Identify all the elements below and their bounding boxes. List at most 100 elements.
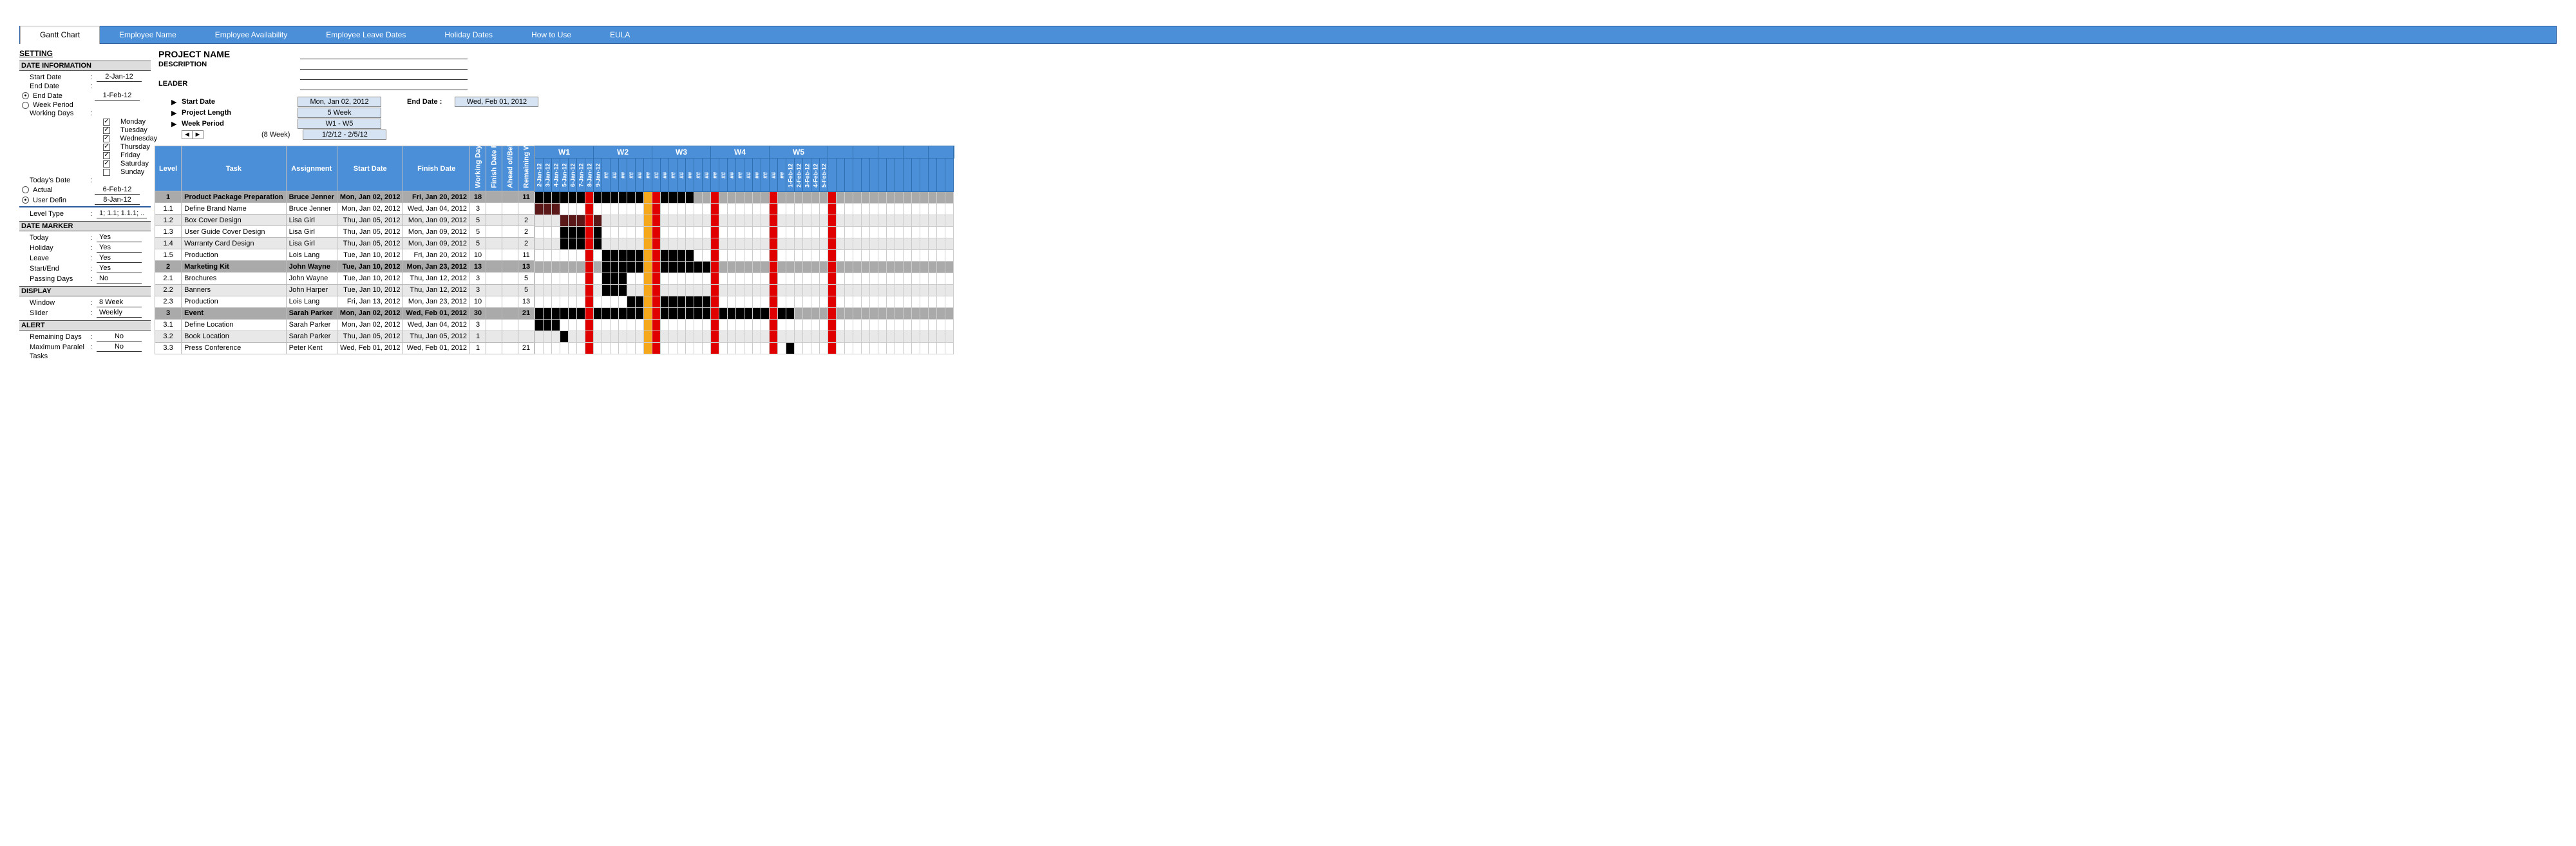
gantt-cell xyxy=(652,262,661,273)
userdef-opt-label: User Defin xyxy=(33,197,95,204)
table-row[interactable]: 3.2Book LocationSarah ParkerThu, Jan 05,… xyxy=(155,331,535,342)
gantt-cell xyxy=(535,285,544,296)
start-date-input[interactable]: 2-Jan-12 xyxy=(97,72,142,82)
gantt-cell xyxy=(602,343,611,354)
nav-prev-icon[interactable]: ◄ xyxy=(182,131,193,139)
end-date-radio[interactable] xyxy=(22,92,29,99)
gantt-cell xyxy=(569,227,577,238)
ribbon-tab-how-to-use[interactable]: How to Use xyxy=(512,28,591,42)
week-header: W3 xyxy=(652,146,711,159)
leave-val[interactable]: Yes xyxy=(97,253,142,263)
gantt-cell xyxy=(778,227,786,238)
table-row[interactable]: 2.3ProductionLois LangFri, Jan 13, 2012M… xyxy=(155,296,535,307)
cell: Thu, Jan 12, 2012 xyxy=(403,273,470,284)
ribbon-tab-employee-availability[interactable]: Employee Availability xyxy=(196,28,307,42)
gantt-cell xyxy=(828,285,837,296)
gantt-cell xyxy=(686,273,694,285)
table-row[interactable]: 1.5ProductionLois LangTue, Jan 10, 2012F… xyxy=(155,249,535,261)
gantt-cell xyxy=(937,273,945,285)
description-input-2[interactable] xyxy=(300,71,468,80)
gantt-cell xyxy=(887,227,895,238)
gantt-cell xyxy=(811,273,820,285)
ribbon-tab-employee-name[interactable]: Employee Name xyxy=(100,28,196,42)
table-row[interactable]: 1.1Define Brand NameBruce JennerMon, Jan… xyxy=(155,203,535,215)
startend-val[interactable]: Yes xyxy=(97,264,142,273)
holiday-val[interactable]: Yes xyxy=(97,243,142,253)
gantt-cell xyxy=(569,238,577,250)
passing-val[interactable]: No xyxy=(97,274,142,284)
gantt-cell xyxy=(895,343,904,354)
cell: 1 xyxy=(470,342,486,354)
level-type-input[interactable]: 1; 1.1; 1.1.1; .. xyxy=(97,209,147,218)
gantt-cell xyxy=(770,262,778,273)
gantt-cell xyxy=(912,262,920,273)
table-row[interactable]: 2Marketing KitJohn WayneTue, Jan 10, 201… xyxy=(155,261,535,273)
checkbox-sunday[interactable] xyxy=(103,169,110,176)
checkbox-monday[interactable] xyxy=(103,119,110,126)
gantt-cell xyxy=(544,250,552,262)
gantt-cell xyxy=(920,296,929,308)
table-row[interactable]: 1.2Box Cover DesignLisa GirlThu, Jan 05,… xyxy=(155,215,535,226)
gantt-cell xyxy=(611,308,619,320)
window-val[interactable]: 8 Week xyxy=(97,298,142,307)
checkbox-wednesday[interactable] xyxy=(103,135,109,142)
gantt-cell xyxy=(711,273,719,285)
gantt-cell xyxy=(837,192,845,204)
gantt-cell xyxy=(728,227,736,238)
actual-radio[interactable] xyxy=(22,186,29,193)
col-header: Ahead of/Behind xyxy=(502,146,518,191)
col-header: Start Date xyxy=(337,146,403,191)
checkbox-thursday[interactable] xyxy=(103,144,110,151)
gantt-cell xyxy=(803,273,811,285)
ribbon-tab-eula[interactable]: EULA xyxy=(591,28,649,42)
gantt-cell xyxy=(611,227,619,238)
gantt-cell xyxy=(853,331,862,343)
week-period-radio[interactable] xyxy=(22,102,29,109)
checkbox-saturday[interactable] xyxy=(103,160,110,168)
gantt-cell xyxy=(694,262,703,273)
gantt-cell xyxy=(837,285,845,296)
gantt-cell xyxy=(753,227,761,238)
remaining-val[interactable]: No xyxy=(97,332,142,341)
table-row[interactable]: 3.1Define LocationSarah ParkerMon, Jan 0… xyxy=(155,319,535,331)
table-row[interactable]: 3.3Press ConferencePeter KentWed, Feb 01… xyxy=(155,342,535,354)
ribbon-tab-holiday-dates[interactable]: Holiday Dates xyxy=(425,28,512,42)
end-date-input[interactable]: 1-Feb-12 xyxy=(95,91,140,101)
ribbon-tab-gantt-chart[interactable]: Gantt Chart xyxy=(20,26,100,44)
cell: John Harper xyxy=(286,284,337,296)
project-name-input[interactable] xyxy=(300,50,468,59)
gantt-cell xyxy=(761,250,770,262)
cell xyxy=(518,331,535,342)
leader-input[interactable] xyxy=(300,81,468,90)
nav-arrows[interactable]: ◄► xyxy=(182,130,204,139)
gantt-cell xyxy=(577,343,585,354)
gantt-cell xyxy=(585,192,594,204)
gantt-cell xyxy=(577,215,585,227)
gantt-cell xyxy=(929,343,937,354)
maxpar-val[interactable]: No xyxy=(97,342,142,352)
slider-val[interactable]: Weekly xyxy=(97,308,142,318)
checkbox-tuesday[interactable] xyxy=(103,127,110,134)
gantt-cell xyxy=(661,215,669,227)
gantt-cell xyxy=(636,262,644,273)
table-row[interactable]: 1.4Warranty Card DesignLisa GirlThu, Jan… xyxy=(155,238,535,249)
today-val[interactable]: Yes xyxy=(97,233,142,242)
userdef-date[interactable]: 8-Jan-12 xyxy=(95,195,140,205)
table-row[interactable]: 2.2BannersJohn HarperTue, Jan 10, 2012Th… xyxy=(155,284,535,296)
table-row[interactable]: 2.1BrochuresJohn WayneTue, Jan 10, 2012T… xyxy=(155,273,535,284)
actual-date[interactable]: 6-Feb-12 xyxy=(95,185,140,195)
gantt-cell xyxy=(577,285,585,296)
gantt-cell xyxy=(577,331,585,343)
table-row[interactable]: 1.3User Guide Cover DesignLisa GirlThu, … xyxy=(155,226,535,238)
nav-next-icon[interactable]: ► xyxy=(193,131,203,139)
ribbon-tab-employee-leave-dates[interactable]: Employee Leave Dates xyxy=(307,28,425,42)
checkbox-friday[interactable] xyxy=(103,152,110,159)
gantt-cell xyxy=(577,192,585,204)
gantt-cell xyxy=(811,343,820,354)
userdef-radio[interactable] xyxy=(22,197,29,204)
table-row[interactable]: 3EventSarah ParkerMon, Jan 02, 2012Wed, … xyxy=(155,307,535,319)
description-input-1[interactable] xyxy=(300,61,468,70)
table-row[interactable]: 1Product Package PreparationBruce Jenner… xyxy=(155,191,535,203)
gantt-cell xyxy=(694,215,703,227)
gantt-cell xyxy=(644,227,652,238)
